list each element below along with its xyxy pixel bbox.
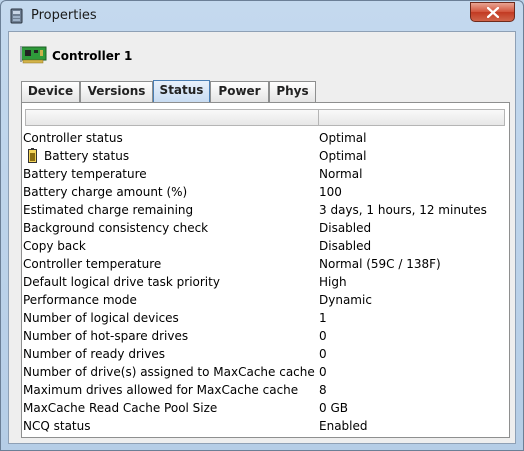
close-icon <box>487 7 499 18</box>
property-value: 3 days, 1 hours, 12 minutes <box>319 203 487 217</box>
table-row[interactable]: Estimated charge remaining 3 days, 1 hou… <box>22 201 507 219</box>
controller-name: Controller 1 <box>52 49 133 63</box>
window-title: Properties <box>31 8 97 23</box>
close-button[interactable] <box>470 2 515 22</box>
property-name: Estimated charge remaining <box>23 203 194 217</box>
property-name: Controller temperature <box>23 257 162 271</box>
table-row[interactable]: Number of ready drives 0 <box>22 345 507 363</box>
table-row[interactable]: Number of hot-spare drives 0 <box>22 327 507 345</box>
property-value: Normal (59C / 138F) <box>319 257 441 271</box>
title-bar[interactable]: Properties <box>1 1 523 31</box>
table-row[interactable]: Battery status Optimal <box>22 147 507 165</box>
property-value: 0 GB <box>319 401 348 415</box>
property-value: 1 <box>319 311 327 325</box>
property-name: Default logical drive task priority <box>23 275 220 289</box>
table-row[interactable]: Default logical drive task priority High <box>22 273 507 291</box>
table-row[interactable]: Controller temperature Normal (59C / 138… <box>22 255 507 273</box>
properties-app-icon <box>10 8 23 24</box>
property-name: Number of logical devices <box>23 311 179 325</box>
tab-status[interactable]: Status <box>153 80 210 102</box>
property-value: Disabled <box>319 221 372 235</box>
property-name: Battery charge amount (%) <box>23 185 188 199</box>
table-row[interactable]: Background consistency check Disabled <box>22 219 507 237</box>
property-name: Performance mode <box>23 293 137 307</box>
property-value: 0 <box>319 329 327 343</box>
table-row[interactable]: NCQ status Enabled <box>22 417 507 435</box>
table-row[interactable]: Battery charge amount (%) 100 <box>22 183 507 201</box>
property-name: Battery temperature <box>23 167 147 181</box>
property-value: Dynamic <box>319 293 372 307</box>
tab-versions[interactable]: Versions <box>80 81 153 102</box>
property-value: Enabled <box>319 419 368 433</box>
property-value: High <box>319 275 347 289</box>
table-row[interactable]: Performance mode Dynamic <box>22 291 507 309</box>
tab-device[interactable]: Device <box>21 81 80 102</box>
property-name: NCQ status <box>23 419 91 433</box>
property-name: Copy back <box>23 239 86 253</box>
tab-phys[interactable]: Phys <box>269 81 316 102</box>
property-name: Number of ready drives <box>23 347 165 361</box>
controller-card-icon <box>20 46 47 64</box>
property-value: 8 <box>319 383 327 397</box>
table-row[interactable]: Number of logical devices 1 <box>22 309 507 327</box>
table-row[interactable]: Maximum drives allowed for MaxCache cach… <box>22 381 507 399</box>
property-value: 100 <box>319 185 342 199</box>
column-divider[interactable] <box>318 110 319 125</box>
property-name: Controller status <box>23 131 123 145</box>
property-value: Optimal <box>319 149 367 163</box>
table-row[interactable]: Number of drive(s) assigned to MaxCache … <box>22 363 507 381</box>
dialog-body: Controller 1 Device Versions Status Powe… <box>8 31 516 444</box>
tab-power[interactable]: Power <box>210 81 269 102</box>
table-row[interactable]: MaxCache Read Cache Pool Size 0 GB <box>22 399 507 417</box>
property-name: Maximum drives allowed for MaxCache cach… <box>23 383 299 397</box>
table-row[interactable]: Battery temperature Normal <box>22 165 507 183</box>
table-row[interactable]: Controller status Optimal <box>22 129 507 147</box>
property-name: Number of hot-spare drives <box>23 329 189 343</box>
property-name: Number of drive(s) assigned to MaxCache … <box>23 365 315 379</box>
property-name: Battery status <box>44 149 130 163</box>
status-table: Controller status Optimal Battery status… <box>21 102 510 438</box>
property-value: 0 <box>319 365 327 379</box>
battery-icon <box>28 148 37 163</box>
property-name: Background consistency check <box>23 221 209 235</box>
property-value: 0 <box>319 347 327 361</box>
properties-window: Properties Controller 1 Device Versions … <box>0 0 524 451</box>
property-value: Disabled <box>319 239 372 253</box>
table-row[interactable]: Copy back Disabled <box>22 237 507 255</box>
table-header <box>25 109 505 126</box>
property-value: Optimal <box>319 131 367 145</box>
property-value: Normal <box>319 167 363 181</box>
property-name: MaxCache Read Cache Pool Size <box>23 401 218 415</box>
